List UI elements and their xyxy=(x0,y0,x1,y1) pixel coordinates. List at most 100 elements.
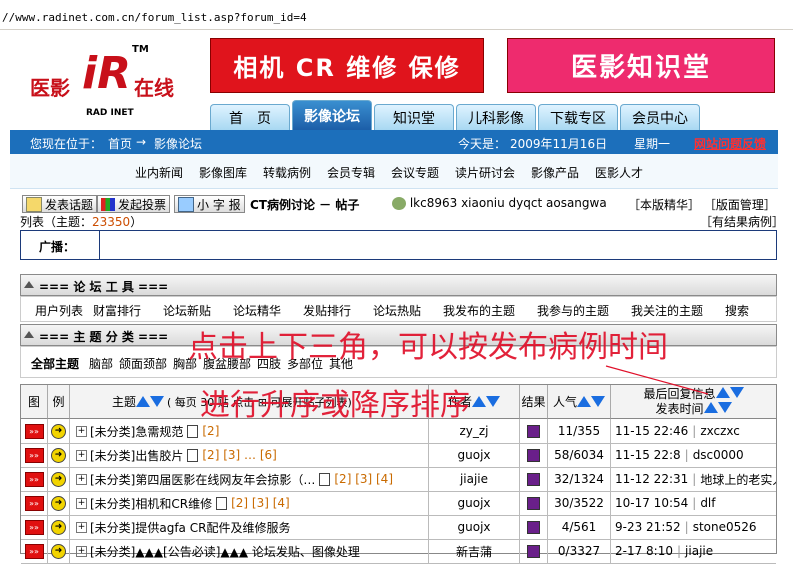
tool-post-rank[interactable]: 发贴排行 xyxy=(303,302,351,319)
address-bar[interactable]: //www.radinet.com.cn/forum_list.asp?foru… xyxy=(0,0,793,30)
subnav-reprinted-cases[interactable]: 转载病例 xyxy=(263,164,311,181)
author-link[interactable]: 新吉蒲 xyxy=(456,543,492,560)
tab-home[interactable]: 首 页 xyxy=(210,104,290,130)
subnav-talent[interactable]: 医影人才 xyxy=(595,164,643,181)
cat-maxillofacial[interactable]: 颌面颈部 xyxy=(119,355,167,372)
author-link[interactable]: zy_zj xyxy=(459,424,488,438)
site-logo[interactable]: 医影 iR TM 在线 RAD INET xyxy=(30,42,190,122)
tab-forum[interactable]: 影像论坛 xyxy=(292,100,372,130)
author-link[interactable]: jiajie xyxy=(460,472,488,486)
sort-asc-icon[interactable] xyxy=(703,401,718,413)
sort-asc-icon[interactable] xyxy=(577,396,591,407)
expand-icon[interactable]: + xyxy=(76,425,87,437)
subnav-member-albums[interactable]: 会员专辑 xyxy=(327,164,375,181)
small-font-button[interactable]: 小 字 报 xyxy=(174,195,245,213)
expand-icon[interactable]: + xyxy=(76,497,87,509)
result-icon[interactable] xyxy=(527,424,540,438)
go-arrow-icon[interactable]: ➜ xyxy=(51,495,66,511)
sort-desc-icon[interactable] xyxy=(486,396,500,407)
tool-my-replies[interactable]: 我参与的主题 xyxy=(537,302,609,319)
topic-title-link[interactable]: [未分类]出售胶片 xyxy=(90,447,183,464)
cat-head[interactable]: 脑部 xyxy=(89,355,113,372)
tool-wealth-rank[interactable]: 财富排行 xyxy=(93,302,141,319)
topic-pages[interactable]: [2] xyxy=(202,424,219,438)
categories-title: === 主 题 分 类 === xyxy=(39,330,169,344)
collapse-triangle-icon[interactable] xyxy=(24,281,34,288)
result-icon[interactable] xyxy=(527,448,540,462)
topic-title-link[interactable]: [未分类]第四届医影在线网友年会掠影（… xyxy=(90,471,315,488)
expand-icon[interactable]: + xyxy=(76,449,87,461)
table-row[interactable]: »» ➜ + [未分类]相机和CR维修 [2] [3] [4] guojx 30/3522 1… xyxy=(21,491,776,516)
tab-downloads[interactable]: 下载专区 xyxy=(538,104,618,130)
essence-link[interactable]: ［本版精华］ xyxy=(628,198,700,212)
expand-icon[interactable]: + xyxy=(76,473,87,485)
tab-member-center[interactable]: 会员中心 xyxy=(620,104,700,130)
last-reply-time: 11-12 22:31 xyxy=(615,472,689,486)
expand-icon[interactable]: + xyxy=(76,521,87,533)
author-link[interactable]: guojx xyxy=(458,520,491,534)
tool-my-follows[interactable]: 我关注的主题 xyxy=(631,302,703,319)
table-row[interactable]: »» ➜ + [未分类]第四届医影在线网友年会掠影（… [2] [3] [4] jiaji… xyxy=(21,467,776,492)
author-link[interactable]: guojx xyxy=(458,448,491,462)
topic-title-link[interactable]: [未分类]▲▲▲[公告必读]▲▲▲ 论坛发贴、图像处理 xyxy=(90,543,360,560)
last-reply-user[interactable]: dlf xyxy=(700,496,715,510)
topic-pages[interactable]: [2] [3] … [6] xyxy=(202,448,276,462)
sort-desc-icon[interactable] xyxy=(717,401,732,413)
sort-desc-icon[interactable] xyxy=(150,396,165,407)
tool-user-list[interactable]: 用户列表 xyxy=(35,302,83,319)
subnav-industry-news[interactable]: 业内新闻 xyxy=(135,164,183,181)
table-row[interactable]: »» ➜ + [未分类]▲▲▲[公告必读]▲▲▲ 论坛发贴、图像处理 新吉蒲 0/3327… xyxy=(21,539,776,564)
cat-all[interactable]: 全部主题 xyxy=(31,355,79,372)
subnav-image-gallery[interactable]: 影像图库 xyxy=(199,164,247,181)
last-reply-user[interactable]: dsc0000 xyxy=(693,448,744,462)
subnav-conferences[interactable]: 会议专题 xyxy=(391,164,439,181)
go-arrow-icon[interactable]: ➜ xyxy=(51,423,66,439)
sort-asc-icon[interactable] xyxy=(136,396,151,407)
topic-title-link[interactable]: [未分类]急需规范 xyxy=(90,423,183,440)
tool-hot-posts[interactable]: 论坛热贴 xyxy=(373,302,421,319)
tool-essence[interactable]: 论坛精华 xyxy=(233,302,281,319)
go-arrow-icon[interactable]: ➜ xyxy=(51,447,66,463)
last-reply-user[interactable]: stone0526 xyxy=(693,520,757,534)
go-arrow-icon[interactable]: ➜ xyxy=(51,519,66,535)
sort-asc-icon[interactable] xyxy=(472,396,486,407)
post-topic-button[interactable]: 发表话题 xyxy=(22,195,98,213)
results-cases-link[interactable]: ［有结果病例］ xyxy=(700,213,784,230)
author-link[interactable]: guojx xyxy=(458,496,491,510)
result-icon[interactable] xyxy=(527,520,540,534)
result-icon[interactable] xyxy=(527,472,540,486)
go-arrow-icon[interactable]: ➜ xyxy=(51,543,66,559)
post-poll-button[interactable]: 发起投票 xyxy=(97,195,171,213)
topic-title-link[interactable]: [未分类]提供agfa CR配件及维修服务 xyxy=(90,519,290,536)
moderator-list[interactable]: lkc8963 xiaoniu dyqct aosangwa xyxy=(410,196,607,210)
result-icon[interactable] xyxy=(527,496,540,510)
tool-new-posts[interactable]: 论坛新贴 xyxy=(163,302,211,319)
last-reply-user[interactable]: zxczxc xyxy=(700,424,740,438)
last-reply-user[interactable]: 地球上的老实人 xyxy=(700,471,776,488)
topic-title-link[interactable]: [未分类]相机和CR维修 xyxy=(90,495,212,512)
breadcrumb-home[interactable]: 首页 xyxy=(108,135,132,152)
last-reply-user[interactable]: jiajie xyxy=(685,544,713,558)
go-arrow-icon[interactable]: ➜ xyxy=(51,471,66,487)
subnav-reading-seminar[interactable]: 读片研讨会 xyxy=(455,164,515,181)
topic-pages[interactable]: [2] [3] [4] xyxy=(334,472,393,486)
post-time-header-label: 发表时间 xyxy=(655,401,704,416)
table-row[interactable]: »» ➜ + [未分类]提供agfa CR配件及维修服务 guojx 4/561 9-23 … xyxy=(21,515,776,540)
topic-pages[interactable]: [2] [3] [4] xyxy=(231,496,290,510)
expand-icon[interactable]: + xyxy=(76,545,87,557)
tab-pediatric[interactable]: 儿科影像 xyxy=(456,104,536,130)
subnav-products[interactable]: 影像产品 xyxy=(531,164,579,181)
collapse-triangle-icon[interactable] xyxy=(24,331,34,338)
admin-link[interactable]: ［版面管理］ xyxy=(704,198,776,212)
tool-search[interactable]: 搜索 xyxy=(725,302,749,319)
banner-camera-repair[interactable]: 相机 CR 维修 保修 xyxy=(210,38,484,93)
sort-desc-icon[interactable] xyxy=(729,386,744,398)
feedback-link[interactable]: 网站问题反馈 xyxy=(694,135,766,152)
result-icon[interactable] xyxy=(527,544,540,558)
tab-knowledge[interactable]: 知识堂 xyxy=(374,104,454,130)
table-row[interactable]: »» ➜ + [未分类]出售胶片 [2] [3] … [6] guojx 58/6034 11… xyxy=(21,443,776,468)
row-icon-cell: »» xyxy=(21,539,48,563)
banner-knowledge-hall[interactable]: 医影知识堂 xyxy=(507,38,775,93)
breadcrumb-current[interactable]: 影像论坛 xyxy=(154,135,202,152)
tool-my-topics[interactable]: 我发布的主题 xyxy=(443,302,515,319)
